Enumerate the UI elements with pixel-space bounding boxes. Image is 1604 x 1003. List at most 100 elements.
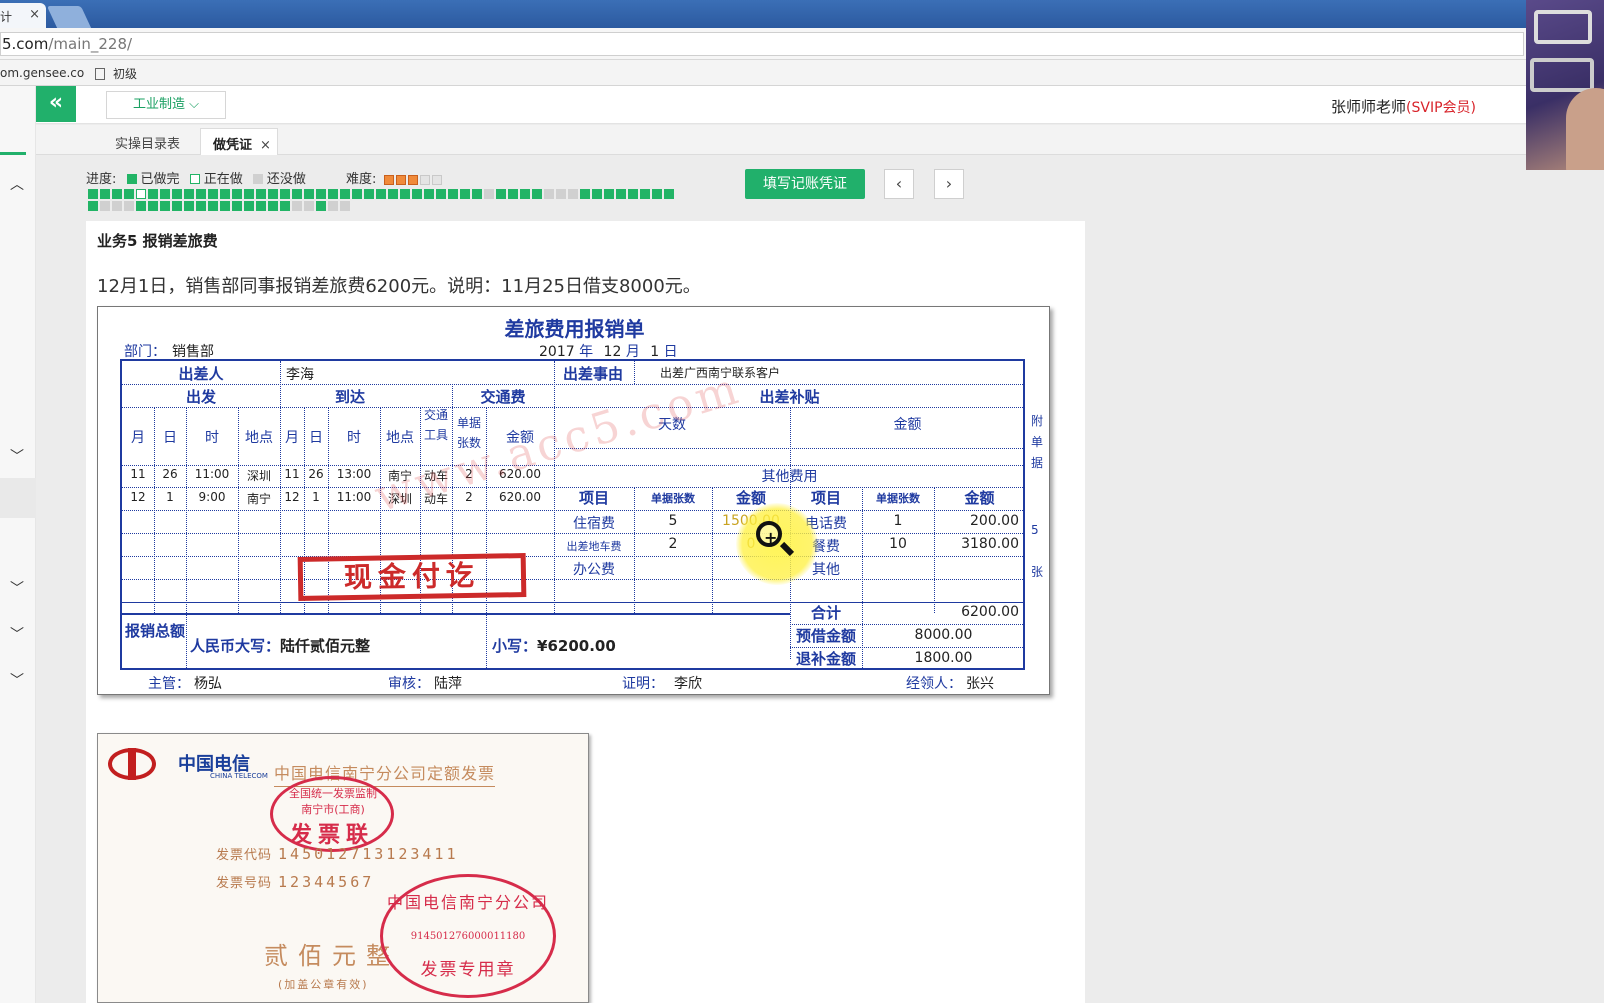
progress-cell[interactable]: [508, 189, 518, 199]
progress-cell[interactable]: [424, 189, 434, 199]
progress-cell[interactable]: [376, 189, 386, 199]
proof-sign: 证明： 李欣: [622, 673, 702, 693]
close-icon[interactable]: ×: [29, 7, 40, 22]
progress-cell[interactable]: [352, 189, 362, 199]
progress-cell[interactable]: [400, 189, 410, 199]
progress-cell[interactable]: [256, 201, 266, 211]
progress-cell[interactable]: [664, 189, 674, 199]
url-input[interactable]: 5.com/main_228/: [0, 32, 1524, 56]
progress-cell[interactable]: [280, 201, 290, 211]
handler-value: 张兴: [966, 676, 994, 692]
progress-cell[interactable]: [292, 189, 302, 199]
bookmark-beginner[interactable]: 初级: [95, 65, 137, 82]
trip-cell: 26: [162, 467, 178, 481]
progress-cell[interactable]: [148, 189, 158, 199]
progress-cell[interactable]: [184, 201, 194, 211]
chevron-down-icon[interactable]: ﹀: [9, 578, 25, 597]
progress-cell[interactable]: [520, 189, 530, 199]
progress-cell[interactable]: [568, 189, 578, 199]
progress-cell[interactable]: [472, 189, 482, 199]
progress-cell[interactable]: [220, 189, 230, 199]
progress-cell[interactable]: [304, 189, 314, 199]
progress-cell[interactable]: [112, 201, 122, 211]
progress-cell[interactable]: [280, 189, 290, 199]
progress-cell[interactable]: [268, 201, 278, 211]
progress-cell[interactable]: [328, 201, 338, 211]
chevron-up-icon[interactable]: ︿: [9, 174, 25, 193]
progress-cell[interactable]: [124, 189, 134, 199]
progress-cell[interactable]: [448, 189, 458, 199]
progress-cell[interactable]: [160, 189, 170, 199]
progress-cell[interactable]: [136, 189, 146, 199]
progress-cell[interactable]: [436, 189, 446, 199]
progress-cell[interactable]: [580, 189, 590, 199]
progress-cell[interactable]: [148, 201, 158, 211]
close-icon[interactable]: ×: [260, 138, 271, 153]
progress-cell[interactable]: [364, 189, 374, 199]
progress-cell[interactable]: [196, 189, 206, 199]
progress-cell[interactable]: [244, 201, 254, 211]
tab-practice-catalog[interactable]: 实操目录表: [115, 128, 193, 155]
progress-cell[interactable]: [292, 201, 302, 211]
progress-cell[interactable]: [268, 189, 278, 199]
progress-cell[interactable]: [628, 189, 638, 199]
industry-select[interactable]: 工业制造 ⌵: [106, 91, 226, 119]
day-unit: 日: [663, 344, 678, 360]
doing-square-icon: [189, 174, 200, 184]
progress-cell[interactable]: [88, 189, 98, 199]
user-name[interactable]: 张师师老师(SVIP会员): [1331, 96, 1476, 117]
progress-cell[interactable]: [172, 189, 182, 199]
telecom-invoice[interactable]: 中国电信 CHINA TELECOM 中国电信南宁分公司定额发票 全国统一发票监…: [97, 733, 589, 1003]
chevron-down-icon[interactable]: ﹀: [9, 670, 25, 689]
collapse-sidebar-button[interactable]: «: [36, 86, 76, 122]
progress-cell[interactable]: [604, 189, 614, 199]
progress-cell[interactable]: [232, 201, 242, 211]
progress-cell[interactable]: [196, 201, 206, 211]
progress-cell[interactable]: [484, 189, 494, 199]
progress-cell[interactable]: [340, 189, 350, 199]
progress-cell[interactable]: [640, 189, 650, 199]
progress-cell[interactable]: [208, 189, 218, 199]
progress-cell[interactable]: [208, 201, 218, 211]
progress-cell[interactable]: [220, 201, 230, 211]
chevron-down-icon[interactable]: ﹀: [9, 624, 25, 643]
prev-button[interactable]: ‹: [884, 169, 914, 199]
progress-cell[interactable]: [592, 189, 602, 199]
chevron-down-icon[interactable]: ﹀: [9, 446, 25, 465]
progress-cell[interactable]: [556, 189, 566, 199]
progress-cell[interactable]: [532, 189, 542, 199]
progress-cell[interactable]: [124, 201, 134, 211]
progress-cell[interactable]: [88, 201, 98, 211]
progress-cell[interactable]: [244, 189, 254, 199]
progress-cell[interactable]: [100, 201, 110, 211]
progress-cell[interactable]: [316, 189, 326, 199]
progress-cell[interactable]: [544, 189, 554, 199]
progress-cell[interactable]: [136, 201, 146, 211]
progress-cell[interactable]: [100, 189, 110, 199]
browser-tab[interactable]: 计 ×: [0, 3, 46, 28]
progress-cell[interactable]: [256, 189, 266, 199]
progress-cell[interactable]: [304, 201, 314, 211]
progress-cell[interactable]: [340, 201, 350, 211]
progress-cell[interactable]: [616, 189, 626, 199]
progress-cell[interactable]: [112, 189, 122, 199]
progress-cell[interactable]: [172, 201, 182, 211]
invoice-number-row: 发票号码 12344567: [216, 872, 374, 891]
progress-cell[interactable]: [496, 189, 506, 199]
progress-cell[interactable]: [460, 189, 470, 199]
bookmark-gensee[interactable]: om.gensee.co: [0, 66, 84, 80]
fill-voucher-button[interactable]: 填写记账凭证: [745, 169, 865, 199]
progress-cell[interactable]: [184, 189, 194, 199]
travel-expense-form[interactable]: 差旅费用报销单 部门： 销售部 2017 年 12 月 1 日 出差人 李海 出差…: [97, 306, 1050, 695]
progress-cell[interactable]: [652, 189, 662, 199]
task-title: 业务5 报销差旅费: [97, 232, 218, 250]
progress-cell[interactable]: [160, 201, 170, 211]
progress-cell[interactable]: [388, 189, 398, 199]
progress-cell[interactable]: [232, 189, 242, 199]
progress-cell[interactable]: [328, 189, 338, 199]
progress-cell[interactable]: [412, 189, 422, 199]
next-button[interactable]: ›: [934, 169, 964, 199]
progress-cell[interactable]: [316, 201, 326, 211]
tab-make-voucher[interactable]: 做凭证 ×: [200, 128, 278, 155]
address-bar: 5.com/main_228/: [0, 28, 1526, 60]
